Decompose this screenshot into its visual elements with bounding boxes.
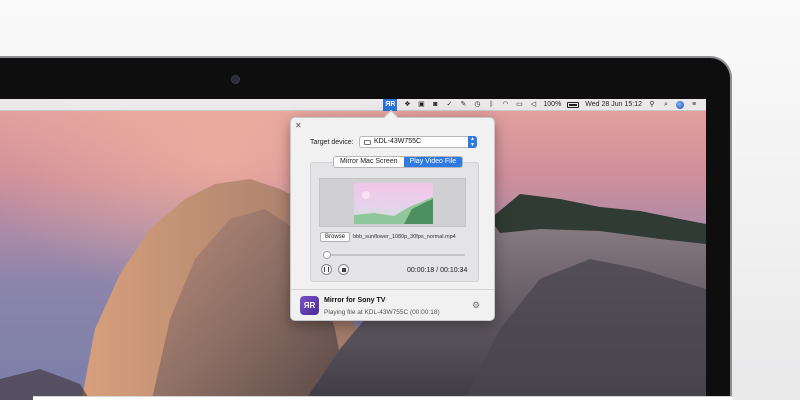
user-icon[interactable]: ⚲ <box>648 101 656 109</box>
pause-button[interactable] <box>321 264 332 275</box>
app-logo-icon: ЯR <box>300 296 319 315</box>
gear-icon[interactable]: ⚙ <box>472 301 480 310</box>
menu-bar: ЯR ❖ ▣ ◙ ✓ ✎ ◷ ᛒ ◠ ▭ ◁ 100% Wed 28 Jun 1… <box>0 99 706 111</box>
dropbox-icon[interactable]: ❖ <box>403 101 411 109</box>
mode-tabs: Mirror Mac Screen Play Video File <box>333 156 464 168</box>
target-device-label: Target device: <box>310 139 354 146</box>
bluetooth-icon[interactable]: ᛒ <box>487 101 495 109</box>
airplay-icon[interactable]: ▭ <box>515 101 523 109</box>
spotlight-search-icon[interactable]: ⌕ <box>662 101 670 109</box>
playback-progress-slider[interactable] <box>323 251 465 259</box>
target-device-value: KDL-43W755C <box>374 138 422 145</box>
video-preview <box>319 178 466 227</box>
menubar-clock[interactable]: Wed 28 Jun 15:12 <box>585 101 642 108</box>
target-device-select[interactable]: KDL-43W755C ▲ ▼ <box>359 136 477 148</box>
app-icon-2[interactable]: ▣ <box>417 101 425 109</box>
time-machine-icon[interactable]: ◷ <box>473 101 481 109</box>
laptop-base <box>33 396 733 400</box>
video-thumbnail-scene <box>354 191 433 224</box>
volume-icon[interactable]: ◁ <box>529 101 537 109</box>
video-thumbnail <box>354 183 433 224</box>
check-icon[interactable]: ✓ <box>445 101 453 109</box>
chevron-updown-icon[interactable]: ▲ ▼ <box>468 136 477 148</box>
battery-percent: 100% <box>543 101 562 108</box>
evernote-icon[interactable]: ✎ <box>459 101 467 109</box>
footer-divider <box>291 289 494 290</box>
battery-icon[interactable] <box>567 101 580 108</box>
stop-icon <box>341 267 346 272</box>
notification-center-icon[interactable]: ≡ <box>690 101 698 109</box>
stop-button[interactable] <box>338 264 349 275</box>
app-icon-3[interactable]: ◙ <box>431 101 439 109</box>
status-text: Playing file at KDL-43W755C (00:00:18) <box>324 309 440 316</box>
tv-icon <box>364 139 371 145</box>
pause-icon <box>324 267 329 272</box>
close-icon[interactable]: ✕ <box>295 121 302 131</box>
browse-button[interactable]: Browse <box>320 232 351 242</box>
playback-time: 00:00:18 / 00:10:34 <box>407 267 468 274</box>
camera-icon <box>231 75 240 84</box>
wifi-icon[interactable]: ◠ <box>501 101 509 109</box>
mirror-popover: ✕ Target device: KDL-43W755C ▲ ▼ Mirror M… <box>290 109 495 321</box>
tab-mirror-mac-screen[interactable]: Mirror Mac Screen <box>334 157 404 167</box>
tab-play-video-file[interactable]: Play Video File <box>403 157 463 167</box>
app-name: Mirror for Sony TV <box>324 297 386 304</box>
file-name: bbb_sunflower_1080p_30fps_normal.mp4 <box>353 234 456 240</box>
siri-icon[interactable] <box>676 100 684 109</box>
